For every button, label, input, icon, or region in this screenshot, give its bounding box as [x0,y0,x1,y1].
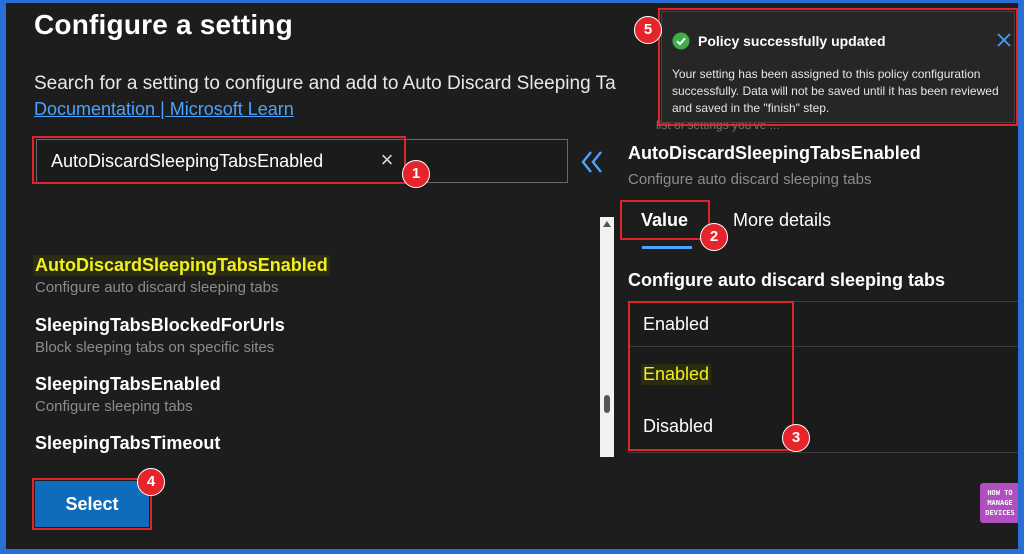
list-item-description: Configure sleeping tabs [35,398,193,415]
annotation-badge-1: 1 [402,160,430,188]
annotation-badge-4: 4 [137,468,165,496]
logo-line-2: MANAGE [987,499,1013,507]
annotation-box-3 [628,301,794,451]
scroll-up-arrow-icon[interactable] [603,221,611,227]
list-item-description: Block sleeping tabs on specific sites [35,339,275,356]
list-item[interactable]: AutoDiscardSleepingTabsEnabled Configure… [33,255,330,296]
scroll-thumb[interactable] [604,395,610,413]
annotation-box-5 [658,8,1018,126]
list-item[interactable]: SleepingTabsBlockedForUrls Block sleepin… [35,315,285,356]
page-title: Configure a setting [34,9,293,40]
annotation-badge-3: 3 [782,424,810,452]
list-item-description: Configure auto discard sleeping tabs [35,279,279,296]
list-item-name: SleepingTabsEnabled [35,374,221,394]
annotation-box-1 [32,136,406,184]
active-tab-indicator [642,246,692,249]
logo-line-3: DEVICES [985,509,1015,517]
configure-setting-panel: Configure a setting Search for a setting… [6,3,1018,549]
page-description: Search for a setting to configure and ad… [34,73,616,94]
double-chevron-left-icon[interactable] [578,147,608,177]
config-label: Configure auto discard sleeping tabs [628,270,946,290]
annotation-badge-2: 2 [700,223,728,251]
detail-subtitle: Configure auto discard sleeping tabs [628,171,872,188]
list-item-name: AutoDiscardSleepingTabsEnabled [33,255,330,276]
tab-more-details[interactable]: More details [733,210,831,231]
detail-title: AutoDiscardSleepingTabsEnabled [628,143,921,163]
list-item[interactable]: SleepingTabsTimeout [35,433,220,454]
list-item-name: SleepingTabsBlockedForUrls [35,315,285,335]
list-item-name: SleepingTabsTimeout [35,433,221,453]
annotation-box-4 [32,478,152,530]
documentation-link[interactable]: Documentation | Microsoft Learn [34,99,294,120]
results-scrollbar[interactable] [600,217,614,457]
annotation-box-2 [620,200,710,240]
annotation-badge-5: 5 [634,16,662,44]
list-item[interactable]: SleepingTabsEnabled Configure sleeping t… [35,374,221,415]
how-to-manage-devices-logo: HOW TO MANAGE DEVICES [980,483,1018,523]
logo-line-1: HOW TO [987,489,1013,497]
